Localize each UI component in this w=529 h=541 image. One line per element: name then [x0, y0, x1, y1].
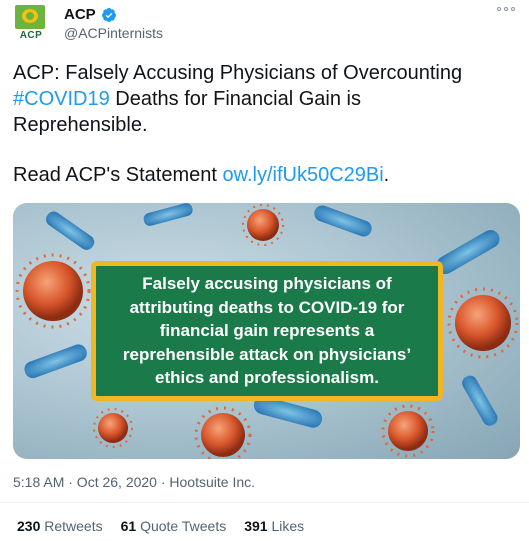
more-options-icon[interactable] — [497, 7, 515, 11]
quote-line-4: reprehensible attack on physicians’ — [122, 344, 412, 364]
tweet-line-2: #COVID19 Deaths for Financial Gain is — [13, 86, 518, 112]
quotes-label: Quote Tweets — [140, 518, 227, 534]
read-prefix: Read ACP's Statement — [13, 164, 223, 186]
author-handle[interactable]: @ACPinternists — [64, 25, 163, 41]
tweet-line-3: Reprehensible. — [13, 114, 148, 136]
avatar[interactable]: ACP — [13, 5, 49, 43]
likes-label: Likes — [271, 518, 305, 534]
tweet-timestamp[interactable]: 5:18 AM · Oct 26, 2020 · Hootsuite Inc. — [13, 474, 255, 490]
verified-badge-icon — [101, 7, 116, 22]
tweet: ACP ACP @ACPinternists ACP: Falsely Accu… — [0, 0, 529, 541]
tweet-text: ACP: Falsely Accusing Physicians of Over… — [13, 60, 518, 188]
tweet-line-1: ACP: Falsely Accusing Physicians of Over… — [13, 62, 463, 84]
tweet-line-2-rest: Deaths for Financial Gain is — [109, 88, 361, 110]
link-suffix: . — [383, 164, 390, 186]
likes-stat[interactable]: 391 Likes — [244, 518, 304, 534]
quote-tweets-stat[interactable]: 61 Quote Tweets — [121, 518, 227, 534]
divider — [0, 502, 529, 503]
author-name-row: ACP — [64, 6, 117, 23]
quotes-count: 61 — [120, 518, 137, 534]
quote-callout: Falsely accusing physicians of attributi… — [91, 261, 443, 401]
retweets-label: Retweets — [44, 518, 103, 534]
avatar-logo-text: ACP — [19, 30, 43, 41]
quote-line-5: ethics and professionalism. — [155, 368, 379, 388]
tweet-line-read: Read ACP's Statement ow.ly/ifUk50C29Bi. — [13, 162, 518, 188]
hashtag-link[interactable]: #COVID19 — [13, 88, 110, 110]
tweet-media-image[interactable]: Falsely accusing physicians of attributi… — [13, 203, 520, 459]
likes-count: 391 — [244, 518, 268, 534]
engagement-stats: 230 Retweets 61 Quote Tweets 391 Likes — [17, 518, 304, 534]
retweets-count: 230 — [17, 518, 41, 534]
quote-line-2: attributing deaths to COVID-19 for — [129, 297, 405, 317]
quote-text: Falsely accusing physicians of attributi… — [123, 272, 411, 390]
quote-line-1: Falsely accusing physicians of — [142, 274, 392, 294]
retweets-stat[interactable]: 230 Retweets — [17, 518, 103, 534]
quote-line-3: financial gain represents a — [159, 321, 375, 341]
acp-logo-icon — [15, 5, 45, 29]
statement-link[interactable]: ow.ly/ifUk50C29Bi — [222, 164, 383, 186]
display-name[interactable]: ACP — [64, 6, 96, 23]
